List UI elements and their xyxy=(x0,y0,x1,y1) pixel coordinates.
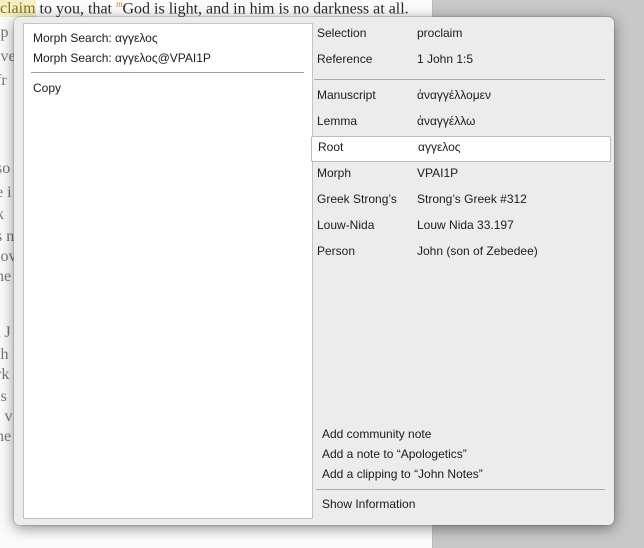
highlighted-word[interactable]: claim xyxy=(0,0,36,18)
info-label: Person xyxy=(317,244,356,258)
info-value: Strong’s Greek #312 xyxy=(417,192,527,206)
info-row-selection[interactable]: Selection proclaim xyxy=(311,22,609,46)
info-label: Selection xyxy=(317,26,367,40)
info-label: Greek Strong’s xyxy=(317,192,397,206)
info-row-morph[interactable]: Morph VPAI1P xyxy=(311,162,609,186)
info-label: Morph xyxy=(317,166,352,180)
info-row-root[interactable]: Root αγγελος xyxy=(311,136,611,162)
info-row-lemma[interactable]: Lemma ἀναγγέλλω xyxy=(311,110,609,134)
info-label: Manuscript xyxy=(317,88,376,102)
text-after-footnote: God is light, and in him is no darkness … xyxy=(122,0,409,18)
info-label: Root xyxy=(318,140,344,154)
add-community-note-link[interactable]: Add community note xyxy=(322,427,431,441)
info-label: Lemma xyxy=(317,114,358,128)
info-separator xyxy=(314,79,605,80)
add-clipping-link[interactable]: Add a clipping to “John Notes” xyxy=(322,467,483,481)
info-value: 1 John 1:5 xyxy=(417,52,474,66)
info-row-greek-strongs[interactable]: Greek Strong’s Strong’s Greek #312 xyxy=(311,188,609,212)
info-value: ἀναγγέλλομεν xyxy=(417,88,491,102)
info-value: VPAI1P xyxy=(417,166,459,180)
info-row-louw-nida[interactable]: Louw-Nida Louw Nida 33.197 xyxy=(311,214,609,238)
info-label: Louw-Nida xyxy=(317,218,375,232)
info-value: John (son of Zebedee) xyxy=(417,244,538,258)
copy-menu-item[interactable]: Copy xyxy=(33,80,61,96)
show-information-link[interactable]: Show Information xyxy=(322,497,415,511)
morph-search-detailed-menu-item[interactable]: Morph Search: αγγελος@VPAI1P xyxy=(33,50,211,66)
info-value: ἀναγγέλλω xyxy=(417,114,476,128)
context-menu-panel: Morph Search: αγγελος Morph Search: αγγε… xyxy=(23,23,313,519)
text-before-footnote: to you, that xyxy=(35,0,116,18)
add-note-link[interactable]: Add a note to “Apologetics” xyxy=(322,447,467,461)
info-row-manuscript[interactable]: Manuscript ἀναγγέλλομεν xyxy=(311,84,609,108)
word-info-popup: Morph Search: αγγελος Morph Search: αγγε… xyxy=(14,17,614,525)
info-value: Louw Nida 33.197 xyxy=(417,218,514,232)
menu-separator xyxy=(31,72,304,73)
info-row-reference[interactable]: Reference 1 John 1:5 xyxy=(311,48,609,72)
morph-search-menu-item[interactable]: Morph Search: αγγελος xyxy=(33,30,158,46)
info-label: Reference xyxy=(317,52,373,66)
info-row-person[interactable]: Person John (son of Zebedee) xyxy=(311,240,609,264)
document-top-line: claim to you, that mGod is light, and in… xyxy=(0,0,460,18)
info-value: proclaim xyxy=(417,26,463,40)
actions-separator xyxy=(316,489,605,490)
info-value: αγγελος xyxy=(418,140,461,154)
